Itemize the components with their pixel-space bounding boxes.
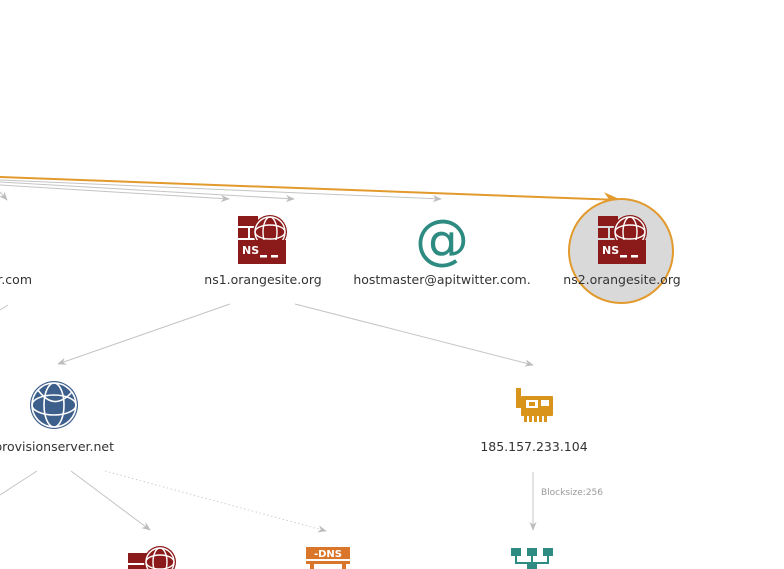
node-ns1[interactable]: ns1.orangesite.org (204, 214, 322, 287)
node-label: r.com (0, 272, 32, 287)
node-bottom-dns[interactable]: -DNS (306, 547, 350, 569)
ns-server-icon (237, 214, 288, 265)
node-ip-address[interactable]: 185.157.233.104 (480, 388, 588, 454)
node-partial-com[interactable]: r.com (0, 272, 32, 287)
node-label: hostmaster@apitwitter.com. (353, 272, 530, 287)
netblock-icon (511, 548, 553, 569)
edge-ns1-to-ip[interactable] (294, 303, 534, 367)
graph-canvas[interactable]: NS Blocksize:256 r.com ns1.orangesit (0, 0, 784, 569)
node-bottom-ns[interactable] (128, 546, 176, 569)
node-label: provisionserver.net (0, 439, 114, 454)
node-label: 185.157.233.104 (480, 439, 587, 454)
ns-server-icon (128, 546, 176, 569)
edge-ns1-to-provision[interactable] (57, 303, 231, 365)
network-card-icon (516, 388, 553, 422)
edges: Blocksize:256 (0, 176, 622, 533)
edge-left-to-ns1-a[interactable] (0, 184, 230, 203)
node-hostmaster[interactable]: @ hostmaster@apitwitter.com. (353, 208, 530, 287)
edge-provision-to-dns[interactable] (104, 470, 327, 533)
edge-provision-to-ns[interactable] (70, 470, 151, 531)
node-ns2[interactable]: ns2.orangesite.org (563, 198, 681, 304)
at-sign-icon: @ (415, 208, 469, 271)
node-label: ns2.orangesite.org (563, 272, 680, 287)
edge-r-com-down[interactable] (0, 304, 9, 311)
svg-text:-DNS: -DNS (314, 549, 342, 560)
edge-provision-left[interactable] (0, 470, 38, 496)
edge-highlight-to-ns2[interactable] (0, 176, 622, 207)
node-bottom-netblock[interactable] (511, 548, 553, 569)
dns-record-icon: -DNS (306, 547, 350, 569)
node-label: ns1.orangesite.org (204, 272, 321, 287)
edge-label-blocksize: Blocksize:256 (541, 488, 603, 498)
node-provisionserver[interactable]: provisionserver.net (0, 381, 114, 454)
edge-left-to-r-com[interactable] (0, 191, 8, 201)
globe-icon (30, 381, 78, 429)
